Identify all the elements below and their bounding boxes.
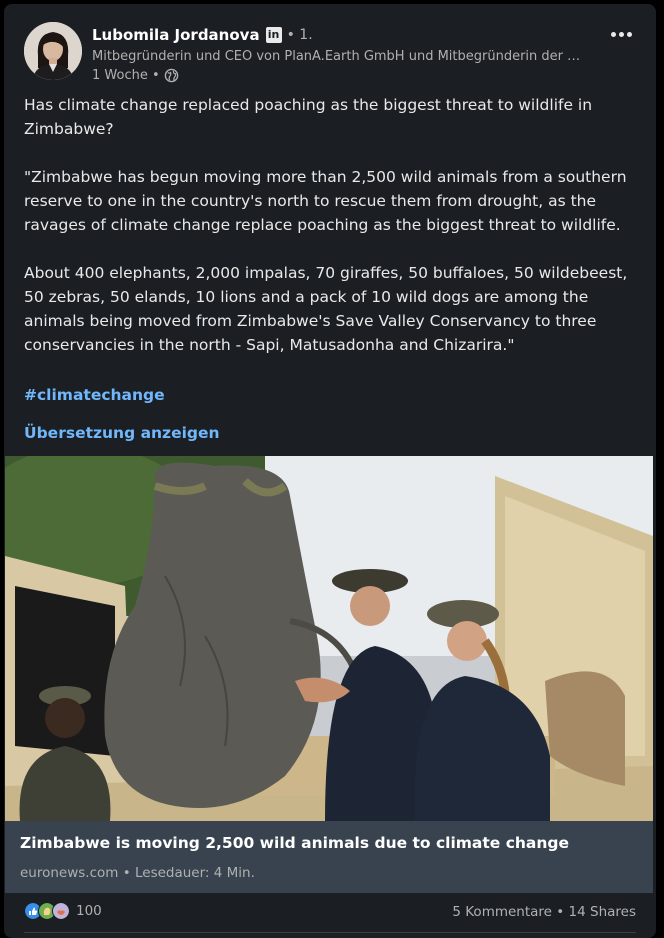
article-title[interactable]: Zimbabwe is moving 2,500 wild animals du…: [20, 834, 569, 852]
article-image[interactable]: [5, 456, 653, 821]
author-line: Lubomila Jordanova in • 1.: [92, 26, 313, 44]
globe-icon: [164, 68, 178, 83]
social-counts-bar: 100 5 Kommentare • 14 Shares: [24, 900, 636, 926]
article-link-card[interactable]: Zimbabwe is moving 2,500 wild animals du…: [5, 456, 653, 893]
article-meta[interactable]: Zimbabwe is moving 2,500 wild animals du…: [5, 821, 653, 893]
author-headline: Mitbegründerin und CEO von PlanA.Earth G…: [92, 49, 581, 64]
comments-shares: 5 Kommentare • 14 Shares: [452, 904, 636, 920]
more-options-button[interactable]: [606, 24, 636, 44]
reactions-count: 100: [76, 903, 102, 919]
more-dot: [618, 31, 624, 37]
divider: [24, 932, 636, 933]
support-icon: [52, 902, 70, 920]
linkedin-icon: in: [265, 27, 282, 43]
comments-count[interactable]: 5 Kommentare: [452, 904, 552, 920]
post-text: Has climate change replaced poaching as …: [24, 93, 636, 381]
reactions-summary[interactable]: 100: [24, 902, 102, 920]
post-header: Lubomila Jordanova in • 1. Mitbegründeri…: [24, 22, 636, 88]
more-dot: [626, 31, 632, 37]
author-name[interactable]: Lubomila Jordanova: [92, 26, 260, 44]
post-paragraph: About 400 elephants, 2,000 impalas, 70 g…: [24, 264, 628, 354]
article-source: euronews.com • Lesedauer: 4 Min.: [20, 865, 255, 881]
connection-degree: • 1.: [286, 27, 313, 43]
post-paragraph: Has climate change replaced poaching as …: [24, 96, 593, 138]
post-time: 1 Woche •: [92, 68, 179, 83]
author-avatar[interactable]: [24, 22, 82, 80]
hashtag-link[interactable]: #climatechange: [24, 386, 165, 404]
post-time-text: 1 Woche •: [92, 68, 160, 83]
more-dot: [610, 31, 616, 37]
shares-count[interactable]: 14 Shares: [569, 904, 636, 920]
post-card: Lubomila Jordanova in • 1. Mitbegründeri…: [4, 4, 656, 938]
post-paragraph: "Zimbabwe has begun moving more than 2,5…: [24, 168, 627, 234]
count-separator: •: [551, 904, 569, 920]
translate-link[interactable]: Übersetzung anzeigen: [24, 424, 220, 442]
